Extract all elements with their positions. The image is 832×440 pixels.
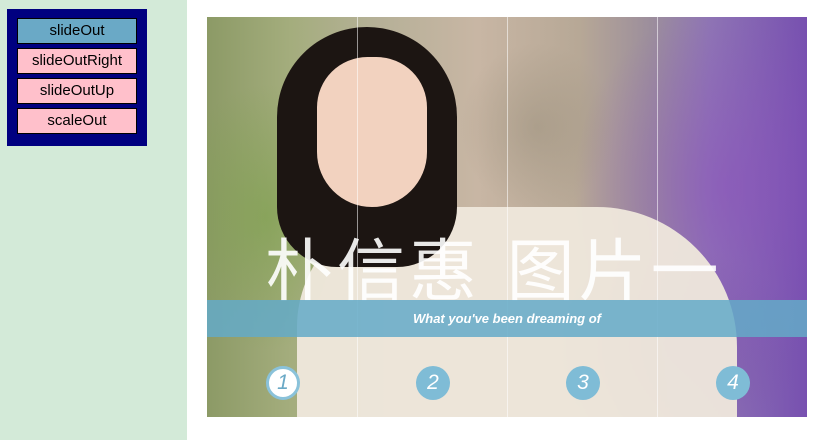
pager-dot-2[interactable]: 2 bbox=[416, 366, 450, 400]
pager-dot-4[interactable]: 4 bbox=[716, 366, 750, 400]
effect-slideoutup-button[interactable]: slideOutUp bbox=[17, 78, 137, 104]
slide-caption: What you've been dreaming of bbox=[207, 300, 807, 337]
effect-slideout-button[interactable]: slideOut bbox=[17, 18, 137, 44]
slide-image[interactable]: 朴信惠 图片一 What you've been dreaming of 1 2… bbox=[207, 17, 807, 417]
effect-menu: slideOut slideOutRight slideOutUp scaleO… bbox=[7, 9, 147, 146]
slideshow-frame: 朴信惠 图片一 What you've been dreaming of 1 2… bbox=[187, 0, 832, 440]
effect-slideoutright-button[interactable]: slideOutRight bbox=[17, 48, 137, 74]
pager-dot-1[interactable]: 1 bbox=[266, 366, 300, 400]
effect-scaleout-button[interactable]: scaleOut bbox=[17, 108, 137, 134]
pager-dot-3[interactable]: 3 bbox=[566, 366, 600, 400]
slide-photo-figure-face bbox=[317, 57, 427, 207]
